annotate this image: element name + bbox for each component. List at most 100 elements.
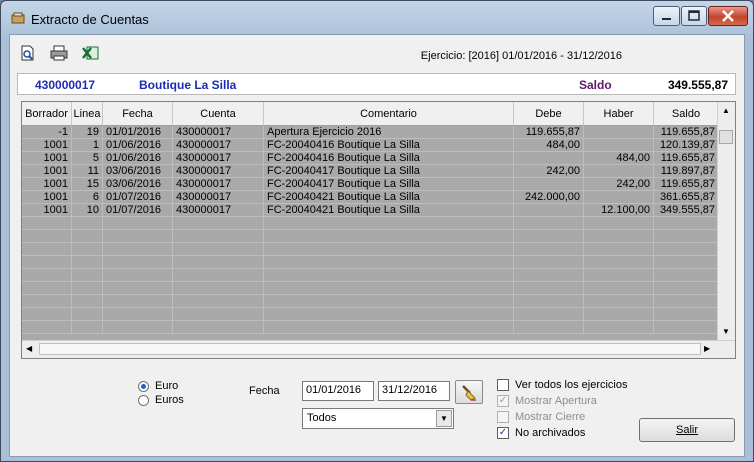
col-header-linea[interactable]: Linea — [72, 102, 103, 126]
maximize-button[interactable] — [681, 6, 707, 26]
radio-euro-label[interactable]: Euro — [155, 380, 178, 392]
cell-cuenta[interactable]: 430000017 — [173, 126, 264, 139]
mostrar-cierre-checkbox[interactable] — [497, 411, 509, 423]
cell-saldo[interactable]: 120.139,87 — [654, 139, 719, 152]
cell-fecha[interactable]: 03/06/2016 — [103, 165, 173, 178]
cell-comentario[interactable]: FC-20040417 Boutique La Silla — [264, 178, 514, 191]
cell-cuenta[interactable]: 430000017 — [173, 152, 264, 165]
cell-borrador[interactable]: 1001 — [22, 178, 72, 191]
cell-linea[interactable]: 1 — [72, 139, 103, 152]
clear-filter-button[interactable] — [455, 380, 483, 404]
cell-cuenta[interactable]: 430000017 — [173, 191, 264, 204]
table-row[interactable]: 1001 10 01/07/2016 430000017 FC-20040421 Bou… — [22, 204, 719, 217]
cell-linea[interactable]: 5 — [72, 152, 103, 165]
cell-debe[interactable]: 484,00 — [514, 139, 584, 152]
cell-saldo[interactable]: 119.655,87 — [654, 178, 719, 191]
table-row[interactable]: 1001 11 03/06/2016 430000017 FC-20040417 Bou… — [22, 165, 719, 178]
table-row[interactable]: 1001 5 01/06/2016 430000017 FC-20040416 Bout… — [22, 152, 719, 165]
salir-button[interactable]: Salir — [639, 418, 735, 442]
cell-debe[interactable] — [514, 152, 584, 165]
cell-fecha[interactable]: 03/06/2016 — [103, 178, 173, 191]
cell-fecha[interactable]: 01/06/2016 — [103, 152, 173, 165]
date-to-input[interactable]: 31/12/2016 — [378, 381, 450, 401]
cell-debe[interactable] — [514, 204, 584, 217]
cell-borrador[interactable]: 1001 — [22, 191, 72, 204]
ver-todos-checkbox[interactable] — [497, 379, 509, 391]
cell-linea[interactable]: 10 — [72, 204, 103, 217]
cell-linea[interactable]: 15 — [72, 178, 103, 191]
radio-euro[interactable] — [138, 381, 149, 392]
print-icon[interactable] — [50, 45, 68, 61]
cell-haber[interactable]: 242,00 — [584, 178, 654, 191]
chevron-down-icon[interactable]: ▼ — [436, 410, 452, 427]
cell-saldo[interactable]: 119.655,87 — [654, 126, 719, 139]
cell-linea[interactable]: 19 — [72, 126, 103, 139]
cell-haber[interactable] — [584, 165, 654, 178]
cell-haber[interactable]: 484,00 — [584, 152, 654, 165]
cell-haber[interactable] — [584, 191, 654, 204]
cell-haber[interactable] — [584, 126, 654, 139]
cell-comentario[interactable]: FC-20040416 Boutique La Silla — [264, 139, 514, 152]
cell-debe[interactable]: 242,00 — [514, 165, 584, 178]
cell-comentario[interactable]: FC-20040421 Boutique La Silla — [264, 191, 514, 204]
cell-borrador[interactable]: -1 — [22, 126, 72, 139]
cell-saldo[interactable]: 361.655,87 — [654, 191, 719, 204]
cell-borrador[interactable]: 1001 — [22, 204, 72, 217]
cell-borrador[interactable]: 1001 — [22, 165, 72, 178]
col-header-saldo[interactable]: Saldo — [654, 102, 719, 126]
col-header-cuenta[interactable]: Cuenta — [173, 102, 264, 126]
cell-comentario[interactable]: FC-20040421 Boutique La Silla — [264, 204, 514, 217]
cell-haber[interactable]: 12.100,00 — [584, 204, 654, 217]
radio-euros-label[interactable]: Euros — [155, 394, 184, 406]
col-header-fecha[interactable]: Fecha — [103, 102, 173, 126]
cell-debe[interactable]: 242.000,00 — [514, 191, 584, 204]
cell-comentario[interactable]: FC-20040417 Boutique La Silla — [264, 165, 514, 178]
cell-debe[interactable] — [514, 178, 584, 191]
col-header-debe[interactable]: Debe — [514, 102, 584, 126]
cell-cuenta[interactable]: 430000017 — [173, 178, 264, 191]
cell-borrador[interactable]: 1001 — [22, 152, 72, 165]
minimize-button[interactable] — [653, 6, 680, 26]
scroll-up-icon[interactable]: ▲ — [722, 106, 730, 115]
no-archivados-checkbox[interactable]: ✓ — [497, 427, 509, 439]
cell-saldo[interactable]: 119.897,87 — [654, 165, 719, 178]
cell-comentario[interactable]: FC-20040416 Boutique La Silla — [264, 152, 514, 165]
cell-fecha[interactable]: 01/01/2016 — [103, 126, 173, 139]
print-preview-icon[interactable] — [19, 45, 37, 61]
horizontal-scrollbar[interactable]: ◀ ▶ — [22, 340, 735, 358]
excel-export-icon[interactable] — [82, 45, 100, 61]
cell-saldo[interactable]: 349.555,87 — [654, 204, 719, 217]
cell-cuenta[interactable]: 430000017 — [173, 204, 264, 217]
entries-grid[interactable]: Borrador Linea Fecha Cuenta Comentario D… — [21, 101, 736, 359]
scroll-down-icon[interactable]: ▼ — [722, 327, 730, 336]
col-header-haber[interactable]: Haber — [584, 102, 654, 126]
vertical-scroll-thumb[interactable] — [719, 130, 733, 144]
scroll-right-icon[interactable]: ▶ — [704, 344, 710, 353]
scroll-left-icon[interactable]: ◀ — [26, 344, 32, 353]
filter-combo[interactable]: Todos ▼ — [302, 408, 454, 429]
col-header-comentario[interactable]: Comentario — [264, 102, 514, 126]
table-row[interactable]: -1 19 01/01/2016 430000017 Apertura Ejercici… — [22, 126, 719, 139]
cell-haber[interactable] — [584, 139, 654, 152]
cell-borrador[interactable]: 1001 — [22, 139, 72, 152]
close-button[interactable] — [708, 6, 748, 26]
cell-linea[interactable]: 6 — [72, 191, 103, 204]
vertical-scrollbar[interactable]: ▲ ▼ — [717, 102, 735, 342]
cell-fecha[interactable]: 01/06/2016 — [103, 139, 173, 152]
cell-comentario[interactable]: Apertura Ejercicio 2016 — [264, 126, 514, 139]
radio-euros[interactable] — [138, 395, 149, 406]
table-row[interactable]: 1001 6 01/07/2016 430000017 FC-20040421 Bout… — [22, 191, 719, 204]
cell-fecha[interactable]: 01/07/2016 — [103, 204, 173, 217]
cell-cuenta[interactable]: 430000017 — [173, 165, 264, 178]
no-archivados-label[interactable]: No archivados — [515, 427, 585, 439]
table-row[interactable]: 1001 15 03/06/2016 430000017 FC-20040417 Bou… — [22, 178, 719, 191]
cell-fecha[interactable]: 01/07/2016 — [103, 191, 173, 204]
col-header-borrador[interactable]: Borrador — [22, 102, 72, 126]
table-row[interactable]: 1001 1 01/06/2016 430000017 FC-20040416 Bout… — [22, 139, 719, 152]
title-bar[interactable]: Extracto de Cuentas — [1, 1, 753, 35]
cell-saldo[interactable]: 119.655,87 — [654, 152, 719, 165]
cell-cuenta[interactable]: 430000017 — [173, 139, 264, 152]
mostrar-apertura-checkbox[interactable]: ✓ — [497, 395, 509, 407]
cell-linea[interactable]: 11 — [72, 165, 103, 178]
horizontal-scroll-thumb[interactable] — [39, 343, 701, 355]
